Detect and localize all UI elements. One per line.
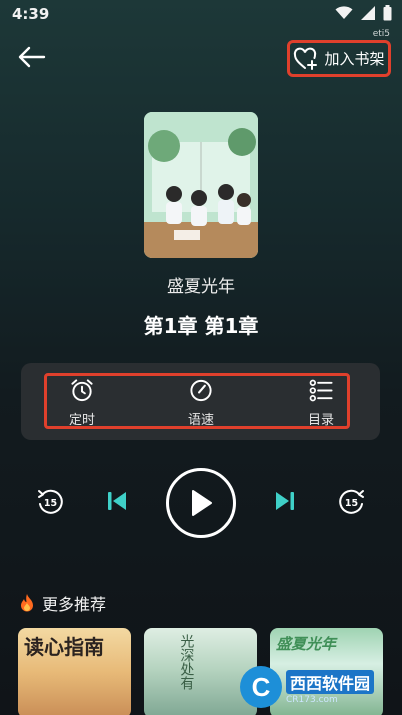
signal-icon <box>361 6 375 20</box>
book-cover <box>144 112 258 258</box>
forward-15-button[interactable]: 15 <box>337 486 367 516</box>
recommendation-card[interactable]: 读心指南 <box>18 628 131 715</box>
wifi-icon <box>335 6 353 19</box>
watermark-logo-icon: C <box>240 666 282 708</box>
fire-icon <box>21 594 33 612</box>
arrow-left-icon <box>18 46 46 68</box>
heart-plus-icon <box>294 47 318 70</box>
player-controls: 15 15 <box>0 468 402 538</box>
cover-illustration <box>144 112 258 258</box>
chapter-title: 第1章 第1章 <box>143 314 259 338</box>
back-button[interactable] <box>14 42 50 72</box>
status-time: 4:39 <box>12 5 50 23</box>
book-title: 盛夏光年 <box>167 277 235 297</box>
skip-next-icon <box>276 492 294 510</box>
fast-forward-icon: 15 <box>339 489 364 514</box>
play-button[interactable] <box>166 468 236 538</box>
status-bar: 4:39 <box>0 0 402 28</box>
recommendation-cover-text: 光深处有 <box>178 634 195 690</box>
corner-label: eti5 <box>372 29 390 39</box>
next-button[interactable] <box>272 487 298 515</box>
battery-icon <box>383 5 392 21</box>
skip-previous-icon <box>108 492 126 510</box>
rewind-15-button[interactable]: 15 <box>35 486 65 516</box>
add-to-shelf-button[interactable]: 加入书架 <box>287 40 391 77</box>
previous-button[interactable] <box>104 487 130 515</box>
recommendation-cover-text: 盛夏光年 <box>276 635 337 653</box>
site-watermark: C 西西软件园 CR173.com <box>240 665 390 709</box>
status-icons <box>335 5 392 21</box>
recommendations-header: 更多推荐 <box>18 591 106 615</box>
rewind-icon: 15 <box>38 489 63 514</box>
watermark-sub-text: CR173.com <box>286 694 338 705</box>
recommendation-cover-text: 读心指南 <box>24 635 104 659</box>
watermark-main-text: 西西软件园 <box>286 669 375 694</box>
play-icon <box>192 490 212 516</box>
recommendations-title: 更多推荐 <box>42 595 107 614</box>
forward-seconds: 15 <box>345 498 358 509</box>
rewind-seconds: 15 <box>44 498 57 509</box>
add-to-shelf-label: 加入书架 <box>324 50 385 68</box>
toolbar-highlight-box <box>44 373 350 429</box>
